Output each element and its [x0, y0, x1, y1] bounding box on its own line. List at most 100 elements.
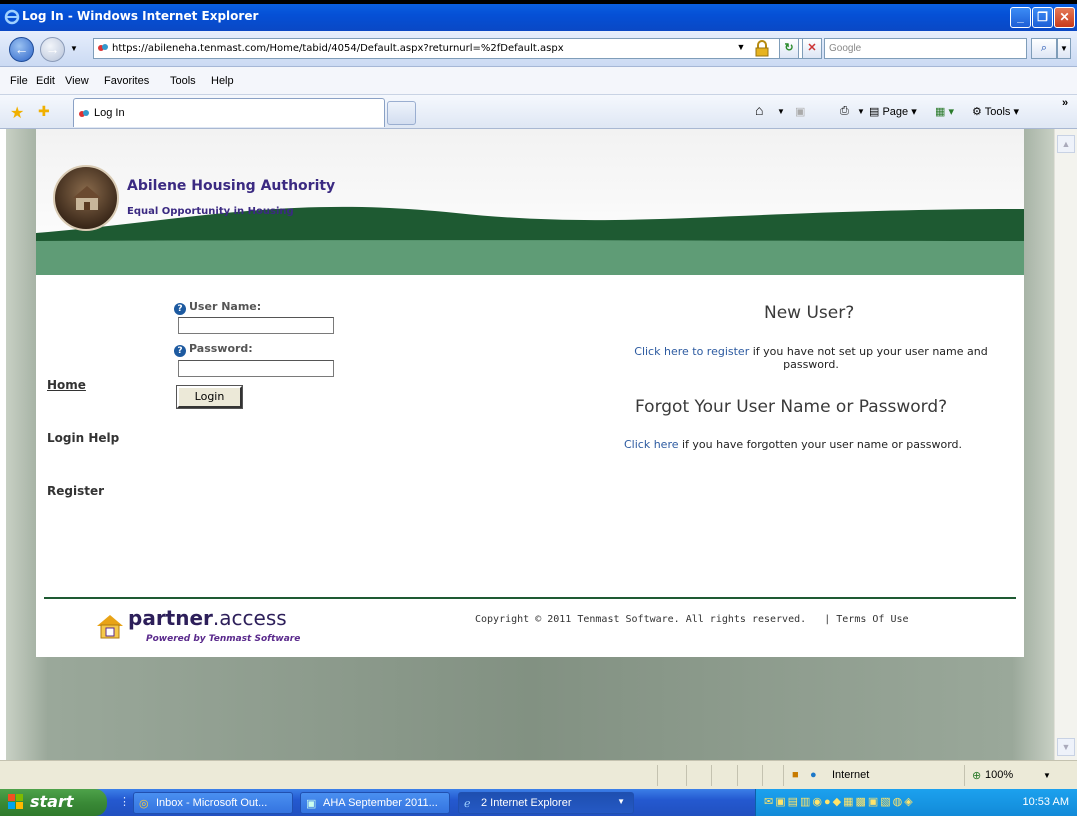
task-group-dropdown-icon: ▼: [617, 797, 625, 806]
house-icon: [73, 186, 101, 210]
vertical-scrollbar[interactable]: ▲ ▼: [1054, 129, 1077, 760]
task-internet-explorer[interactable]: ℯ 2 Internet Explorer ▼: [458, 792, 634, 814]
tab-label: Log In: [94, 107, 125, 119]
feeds-icon[interactable]: ▣: [795, 105, 805, 118]
status-divider: [783, 765, 784, 786]
address-input[interactable]: https://abileneha.tenmast.com/Home/tabid…: [93, 38, 808, 59]
add-favorite-icon[interactable]: ✚: [38, 103, 50, 120]
nav-register[interactable]: Register: [47, 484, 104, 498]
new-tab-button[interactable]: [387, 101, 416, 125]
close-button[interactable]: ✕: [1054, 7, 1075, 28]
terms-link[interactable]: Terms Of Use: [836, 614, 908, 625]
new-user-text: Click here to register if you have not s…: [634, 345, 988, 371]
status-divider: [964, 765, 965, 786]
outlook-icon: ◎: [139, 798, 149, 810]
favorites-tab-bar: ★ ✚ Log In ⌂ ▼ ▣ ⎙ ▼ ▤ Page ▾ ▦ ▾ ⚙ Tool…: [0, 95, 1077, 129]
clock[interactable]: 10:53 AM: [1023, 796, 1069, 808]
menu-tools[interactable]: Tools: [170, 75, 196, 87]
scroll-up-icon[interactable]: ▲: [1057, 135, 1075, 153]
ie-icon: ℯ: [464, 798, 471, 810]
new-user-heading: New User?: [764, 303, 855, 323]
lock-icon[interactable]: [754, 40, 770, 57]
windows-flag-icon: [8, 794, 24, 810]
menu-file[interactable]: File: [10, 75, 28, 87]
scroll-down-icon[interactable]: ▼: [1057, 738, 1075, 756]
page-banner: [36, 129, 1024, 275]
partner-access-logo-icon: [97, 615, 123, 639]
search-options-icon[interactable]: ▼: [1057, 38, 1071, 59]
document-icon: ▣: [306, 798, 317, 810]
home-dropdown-icon[interactable]: ▼: [777, 107, 785, 116]
page-menu[interactable]: ▤ Page ▾: [869, 105, 917, 118]
nav-home[interactable]: Home: [47, 378, 86, 392]
password-input[interactable]: [178, 360, 334, 377]
forward-button[interactable]: →: [40, 37, 65, 62]
task-publisher[interactable]: ▣ AHA September 2011...: [300, 792, 450, 814]
footer-divider: [44, 597, 1016, 599]
forgot-heading: Forgot Your User Name or Password?: [635, 397, 948, 417]
nav-login-help[interactable]: Login Help: [47, 431, 119, 445]
url-text: https://abileneha.tenmast.com/Home/tabid…: [112, 43, 564, 54]
url-dropdown-icon[interactable]: ▼: [732, 38, 750, 59]
browser-viewport: Abilene Housing Authority Equal Opportun…: [6, 129, 1054, 760]
copyright-text: Copyright © 2011 Tenmast Software. All r…: [475, 614, 909, 625]
search-input[interactable]: Google: [824, 38, 1027, 59]
web-page: Abilene Housing Authority Equal Opportun…: [36, 129, 1024, 657]
menu-help[interactable]: Help: [211, 75, 234, 87]
menu-bar: File Edit View Favorites Tools Help: [0, 67, 1077, 95]
system-tray: ✉▣▤▥◉●◆▦▩▣▧◍◈ 10:53 AM: [755, 789, 1077, 816]
partner-access-tagline: Powered by Tenmast Software: [146, 634, 301, 644]
address-toolbar: ← → ▼ https://abileneha.tenmast.com/Home…: [0, 31, 1077, 67]
ie-logo-icon: [4, 9, 20, 25]
back-button[interactable]: ←: [9, 37, 34, 62]
safety-icon[interactable]: ▦ ▾: [935, 105, 954, 118]
stop-button[interactable]: ✕: [802, 38, 822, 59]
status-divider: [686, 765, 687, 786]
task-outlook[interactable]: ◎ Inbox - Microsoft Out...: [133, 792, 293, 814]
print-dropdown-icon[interactable]: ▼: [857, 107, 865, 116]
window-title: Log In - Windows Internet Explorer: [22, 9, 259, 23]
menu-favorites[interactable]: Favorites: [104, 75, 149, 87]
menu-edit[interactable]: Edit: [36, 75, 55, 87]
history-dropdown-icon[interactable]: ▼: [70, 44, 78, 53]
minimize-button[interactable]: _: [1010, 7, 1031, 28]
quick-launch-grip-icon: ⋮: [119, 796, 130, 808]
help-question-icon[interactable]: ?: [174, 303, 186, 315]
chevron-more-icon[interactable]: »: [1062, 97, 1068, 109]
print-icon[interactable]: ⎙: [840, 105, 849, 118]
maximize-button[interactable]: ❐: [1032, 7, 1053, 28]
username-input[interactable]: [178, 317, 334, 334]
favorites-star-icon[interactable]: ★: [10, 103, 24, 123]
help-question-icon[interactable]: ?: [174, 345, 186, 357]
login-button[interactable]: Login: [176, 385, 243, 409]
status-divider: [762, 765, 763, 786]
zoom-icon[interactable]: ⊕: [972, 769, 981, 782]
status-divider: [737, 765, 738, 786]
tray-icons[interactable]: ✉▣▤▥◉●◆▦▩▣▧◍◈: [764, 795, 915, 808]
org-tagline: Equal Opportunity in Housing: [127, 206, 294, 217]
org-logo: [53, 165, 119, 231]
globe-icon: ●: [810, 769, 817, 781]
search-icon[interactable]: ⌕: [1031, 38, 1057, 59]
org-name: Abilene Housing Authority: [127, 178, 336, 194]
refresh-button[interactable]: ↻: [779, 38, 799, 59]
password-label: ? Password:: [174, 342, 253, 357]
register-link[interactable]: Click here to register: [634, 345, 749, 358]
zone-label[interactable]: Internet: [832, 769, 869, 781]
window-titlebar: Log In - Windows Internet Explorer _ ❐ ✕: [0, 4, 1077, 31]
menu-view[interactable]: View: [65, 75, 89, 87]
forgot-link[interactable]: Click here: [624, 438, 679, 451]
tools-menu[interactable]: ⚙ Tools ▾: [972, 105, 1019, 118]
home-icon[interactable]: ⌂: [755, 102, 763, 118]
site-favicon-icon: [98, 44, 108, 51]
status-divider: [657, 765, 658, 786]
username-label: ? User Name:: [174, 300, 261, 315]
forgot-text: Click here if you have forgotten your us…: [624, 438, 963, 451]
start-button[interactable]: start: [0, 789, 107, 816]
status-divider: [711, 765, 712, 786]
tab-favicon-icon: [79, 110, 89, 117]
protected-mode-icon[interactable]: ■: [792, 769, 799, 781]
tab-log-in[interactable]: Log In: [73, 98, 385, 127]
zoom-dropdown-icon[interactable]: ▼: [1043, 771, 1051, 780]
zoom-level[interactable]: 100%: [985, 769, 1013, 781]
